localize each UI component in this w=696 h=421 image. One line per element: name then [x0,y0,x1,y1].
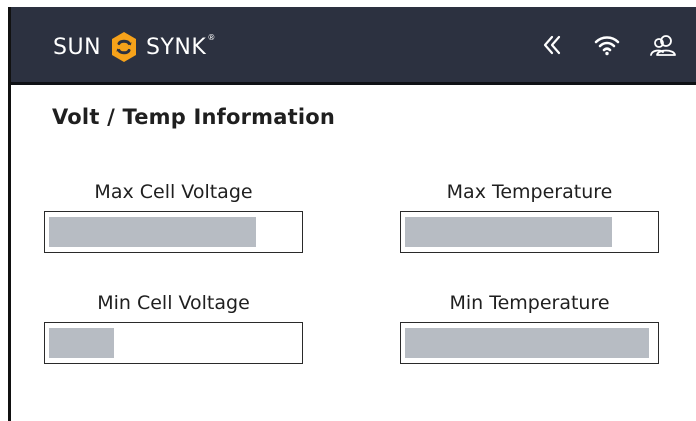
page-title: Volt / Temp Information [52,105,336,129]
min-temperature-fill [405,328,649,358]
brand-text-left: SUN [53,34,102,60]
app-frame: SUN SYNK ® Volt / Temp Information Max C… [8,7,696,421]
brand: SUN SYNK ® [53,29,216,65]
header-icons [535,25,679,65]
min-cell-voltage-fill [49,328,114,358]
max-temperature-label: Max Temperature [446,181,613,203]
max-temperature-card: Max Temperature [400,181,659,253]
max-temperature-bar [400,211,659,253]
registered-mark: ® [207,33,216,42]
header-bar: SUN SYNK ® [11,7,696,85]
max-temperature-fill [405,217,612,247]
max-cell-voltage-card: Max Cell Voltage [44,181,303,253]
brand-text-right: SYNK [146,34,207,60]
min-cell-voltage-card: Min Cell Voltage [44,292,303,364]
max-cell-voltage-bar [44,211,303,253]
double-chevron-left-icon[interactable] [535,29,567,61]
min-temperature-bar [400,322,659,364]
min-cell-voltage-label: Min Cell Voltage [97,292,250,314]
min-temperature-card: Min Temperature [400,292,659,364]
min-cell-voltage-bar [44,322,303,364]
users-icon[interactable] [647,29,679,61]
max-cell-voltage-fill [49,217,256,247]
sun-synk-logo-icon [107,30,141,64]
min-temperature-label: Min Temperature [449,292,610,314]
wifi-icon[interactable] [591,29,623,61]
max-cell-voltage-label: Max Cell Voltage [94,181,253,203]
